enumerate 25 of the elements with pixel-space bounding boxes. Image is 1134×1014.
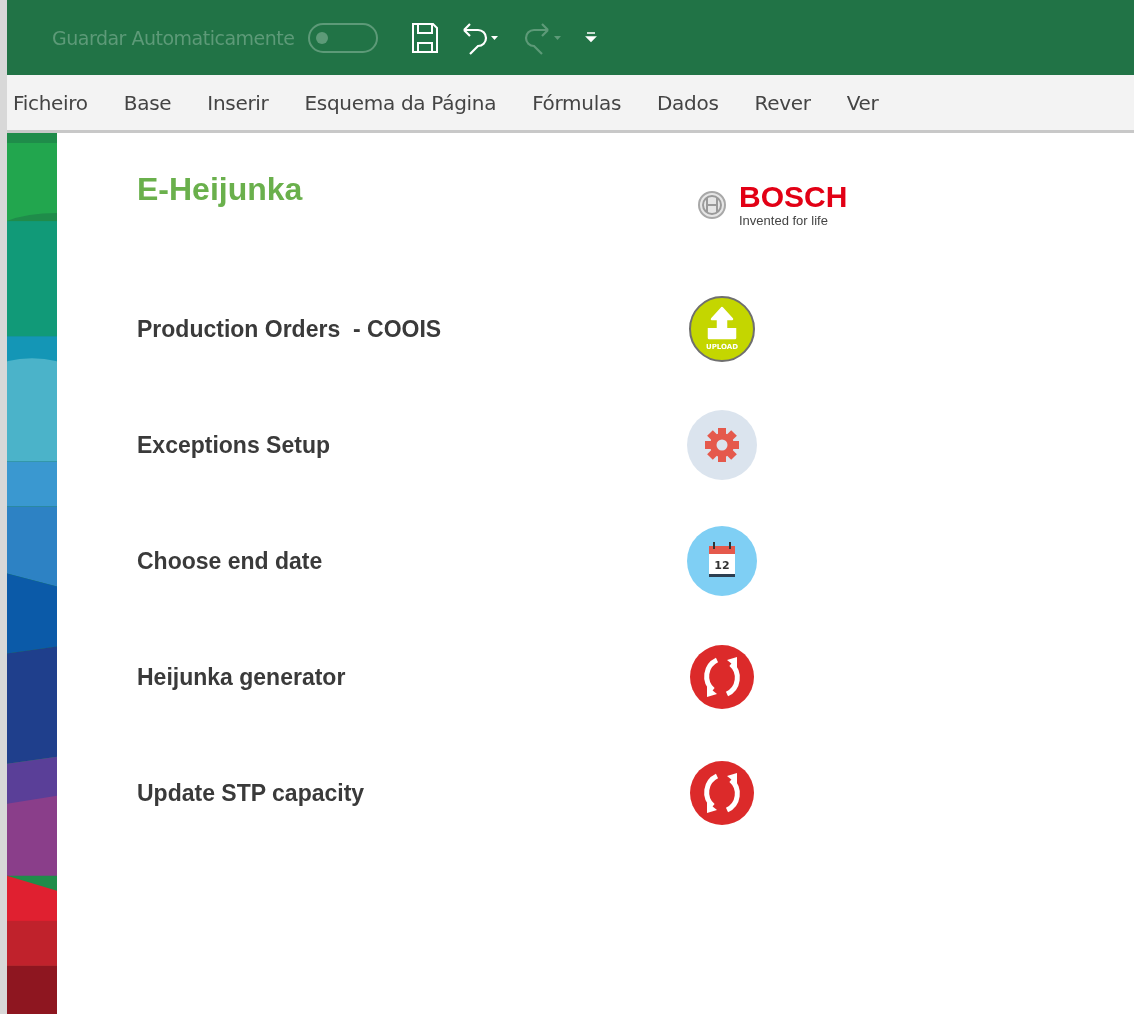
ribbon-tab[interactable]: Esquema da Página: [304, 90, 497, 115]
brand-name: BOSCH: [739, 181, 848, 213]
refresh-icon[interactable]: [687, 642, 757, 712]
save-icon[interactable]: [410, 20, 441, 55]
ribbon-tab[interactable]: Ver: [846, 90, 879, 115]
action-label: Update STP capacity: [137, 779, 366, 807]
action-label: Exceptions Setup: [137, 431, 331, 459]
action-label: Choose end date: [137, 547, 324, 575]
settings-icon[interactable]: [687, 410, 757, 480]
undo-icon[interactable]: [460, 20, 501, 55]
ribbon-tab[interactable]: Ficheiro: [13, 90, 88, 115]
logo-icon: [697, 189, 727, 220]
brand-tagline: Invented for life: [739, 213, 829, 228]
action-label: Heijunka generator: [137, 663, 347, 691]
ribbon-tab[interactable]: Fórmulas: [532, 90, 621, 115]
sheet-title: E-Heijunka: [137, 171, 304, 208]
refresh-icon[interactable]: [687, 758, 757, 828]
autosave-toggle[interactable]: [308, 22, 379, 53]
autosave-label: Guardar Automaticamente: [52, 26, 295, 49]
ribbon-tab[interactable]: Base: [123, 90, 172, 115]
ribbon-tab[interactable]: Inserir: [207, 90, 269, 115]
calendar-icon[interactable]: 12: [687, 526, 757, 596]
ribbon-tab[interactable]: Rever: [754, 90, 811, 115]
ribbon-tab[interactable]: Dados: [657, 90, 719, 115]
action-label: Production Orders - COOIS: [137, 315, 443, 343]
